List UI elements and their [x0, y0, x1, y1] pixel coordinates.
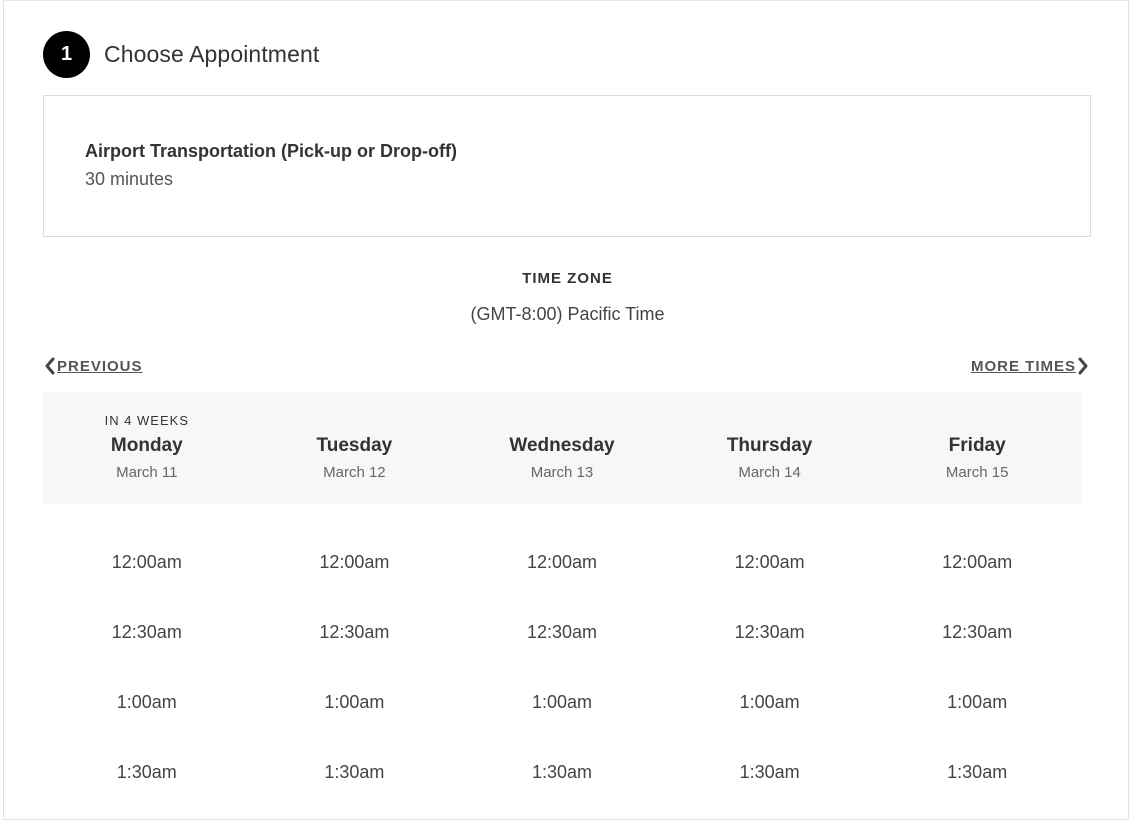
day-name: Friday	[948, 435, 1006, 456]
day-column-friday: Friday March 15	[873, 392, 1081, 504]
day-date: March 12	[323, 464, 386, 481]
time-row: 1:00am 1:00am 1:00am 1:00am 1:00am	[43, 670, 1081, 740]
time-slot[interactable]: 12:30am	[251, 622, 459, 643]
time-slot[interactable]: 12:30am	[873, 622, 1081, 643]
time-row: 1:30am 1:30am 1:30am 1:30am 1:30am	[43, 740, 1081, 810]
previous-week-link[interactable]: PREVIOUS	[43, 357, 143, 375]
time-slot[interactable]: 12:00am	[666, 552, 874, 573]
day-name: Monday	[110, 435, 183, 456]
time-slot[interactable]: 1:00am	[873, 692, 1081, 713]
previous-label: PREVIOUS	[57, 357, 143, 375]
time-slot[interactable]: 12:00am	[251, 552, 459, 573]
day-date: March 14	[738, 464, 801, 481]
time-slot[interactable]: 1:00am	[43, 692, 251, 713]
day-date: March 11	[116, 464, 178, 481]
day-name: Tuesday	[316, 435, 393, 456]
day-column-tuesday: Tuesday March 12	[251, 392, 459, 504]
time-slot[interactable]: 1:00am	[666, 692, 874, 713]
time-slot[interactable]: 12:30am	[43, 622, 251, 643]
day-date: March 13	[530, 464, 594, 481]
chevron-right-icon	[1076, 357, 1090, 375]
days-header: IN 4 WEEKS Monday March 11 Tuesday March…	[43, 392, 1081, 504]
day-name: Wednesday	[509, 435, 615, 456]
step-number-badge: 1	[43, 30, 90, 78]
step-header: 1 Choose Appointment	[43, 30, 319, 78]
time-slot[interactable]: 1:30am	[251, 762, 459, 783]
time-slot[interactable]: 1:00am	[458, 692, 666, 713]
service-name: Airport Transportation (Pick-up or Drop-…	[85, 141, 457, 161]
chevron-left-icon	[43, 357, 57, 375]
selected-service-card: Airport Transportation (Pick-up or Drop-…	[43, 95, 1091, 237]
time-slot[interactable]: 12:00am	[43, 552, 251, 573]
day-date: March 15	[945, 464, 1009, 481]
time-slot[interactable]: 12:30am	[666, 622, 874, 643]
time-slots-grid: 12:00am 12:00am 12:00am 12:00am 12:00am …	[43, 530, 1081, 810]
timezone-value[interactable]: (GMT-8:00) Pacific Time	[0, 304, 1135, 325]
time-slot[interactable]: 1:30am	[458, 762, 666, 783]
page-title: Choose Appointment	[104, 40, 320, 67]
time-slot[interactable]: 12:30am	[458, 622, 666, 643]
time-row: 12:00am 12:00am 12:00am 12:00am 12:00am	[43, 530, 1081, 600]
day-column-thursday: Thursday March 14	[666, 392, 874, 504]
time-slot[interactable]: 1:30am	[873, 762, 1081, 783]
more-times-link[interactable]: MORE TIMES	[971, 357, 1090, 375]
more-times-label: MORE TIMES	[970, 357, 1076, 375]
day-column-monday: IN 4 WEEKS Monday March 11	[43, 392, 251, 504]
time-slot[interactable]: 1:30am	[43, 762, 251, 783]
time-row: 12:30am 12:30am 12:30am 12:30am 12:30am	[43, 600, 1081, 670]
time-slot[interactable]: 12:00am	[873, 552, 1081, 573]
timezone-label: TIME ZONE	[522, 270, 613, 287]
service-duration: 30 minutes	[85, 169, 174, 189]
time-slot[interactable]: 12:00am	[458, 552, 666, 573]
weeks-ahead-note: IN 4 WEEKS	[104, 413, 189, 428]
day-name: Thursday	[726, 435, 813, 456]
time-slot[interactable]: 1:30am	[666, 762, 874, 783]
day-column-wednesday: Wednesday March 13	[458, 392, 666, 504]
time-slot[interactable]: 1:00am	[251, 692, 459, 713]
